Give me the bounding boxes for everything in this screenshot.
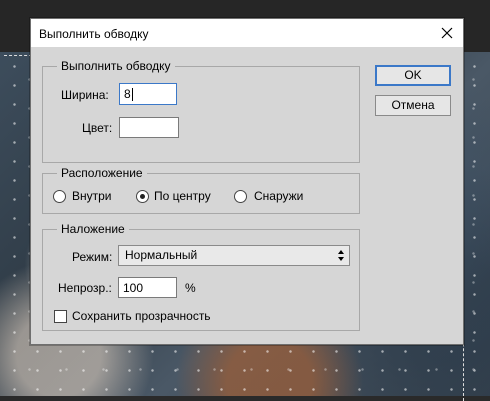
color-label: Цвет:: [82, 121, 113, 135]
radio-inside[interactable]: [53, 190, 66, 203]
location-group: Расположение Внутри По центру Снаружи: [42, 166, 360, 214]
mode-label: Режим:: [72, 250, 113, 264]
opacity-unit: %: [185, 281, 196, 295]
location-group-legend: Расположение: [57, 166, 147, 180]
mode-value: Нормальный: [125, 248, 198, 262]
stroke-group-legend: Выполнить обводку: [57, 59, 175, 73]
blending-group: Наложение Режим: Нормальный Непрозр.: 10…: [42, 222, 360, 331]
opacity-input[interactable]: 100: [118, 277, 177, 298]
color-swatch[interactable]: [119, 117, 179, 138]
width-label: Ширина:: [61, 88, 109, 102]
opacity-value: 100: [123, 281, 144, 295]
stroke-dialog: Выполнить обводку Выполнить обводку Шири…: [30, 18, 464, 345]
radio-inside-label[interactable]: Внутри: [72, 189, 112, 203]
width-value: 8: [124, 87, 131, 101]
ok-button[interactable]: OK: [375, 65, 451, 86]
radio-outside[interactable]: [234, 190, 247, 203]
cancel-button[interactable]: Отмена: [375, 95, 451, 116]
dialog-titlebar: Выполнить обводку: [31, 19, 463, 47]
blending-group-legend: Наложение: [57, 222, 129, 236]
stroke-group: Выполнить обводку Ширина: 8 Цвет:: [42, 59, 360, 163]
close-button[interactable]: [431, 19, 463, 47]
preserve-transparency-label[interactable]: Сохранить прозрачность: [72, 309, 211, 323]
preserve-transparency-checkbox[interactable]: [54, 310, 67, 323]
radio-outside-label[interactable]: Снаружи: [254, 189, 303, 203]
text-caret: [131, 88, 133, 102]
opacity-label: Непрозр.:: [58, 281, 112, 295]
width-input[interactable]: 8: [119, 83, 177, 105]
dialog-title: Выполнить обводку: [39, 27, 149, 41]
select-arrows-icon: [338, 250, 344, 261]
close-icon: [441, 27, 453, 39]
mode-select[interactable]: Нормальный: [118, 245, 350, 266]
radio-center[interactable]: [136, 190, 149, 203]
radio-center-label[interactable]: По центру: [154, 189, 211, 203]
